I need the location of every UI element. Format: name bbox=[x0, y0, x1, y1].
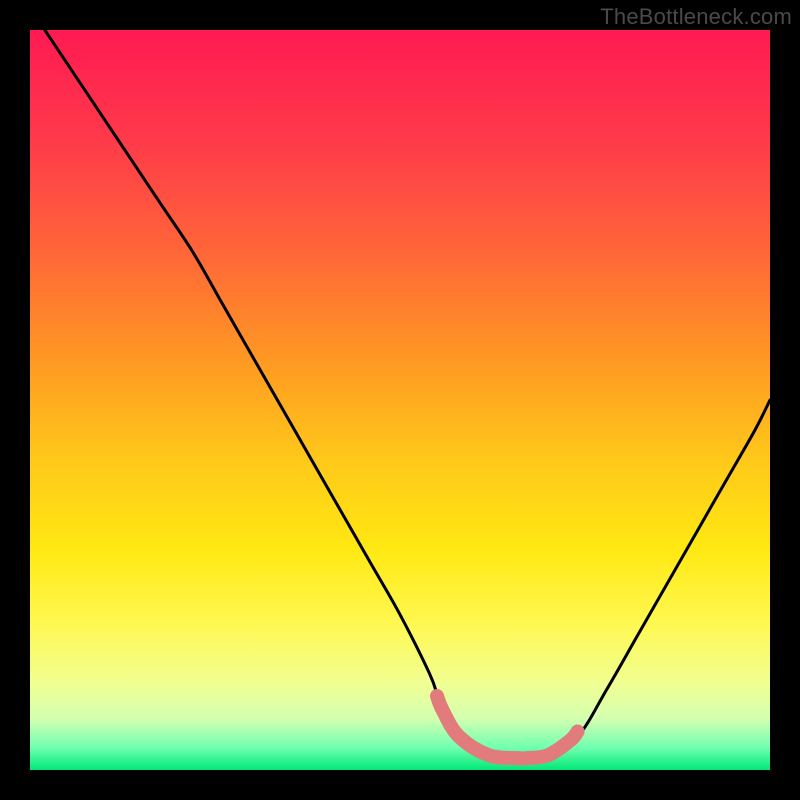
plot-area bbox=[30, 30, 770, 770]
chart-frame: TheBottleneck.com bbox=[0, 0, 800, 800]
gradient-background bbox=[30, 30, 770, 770]
watermark-text: TheBottleneck.com bbox=[600, 4, 792, 30]
plot-svg bbox=[30, 30, 770, 770]
